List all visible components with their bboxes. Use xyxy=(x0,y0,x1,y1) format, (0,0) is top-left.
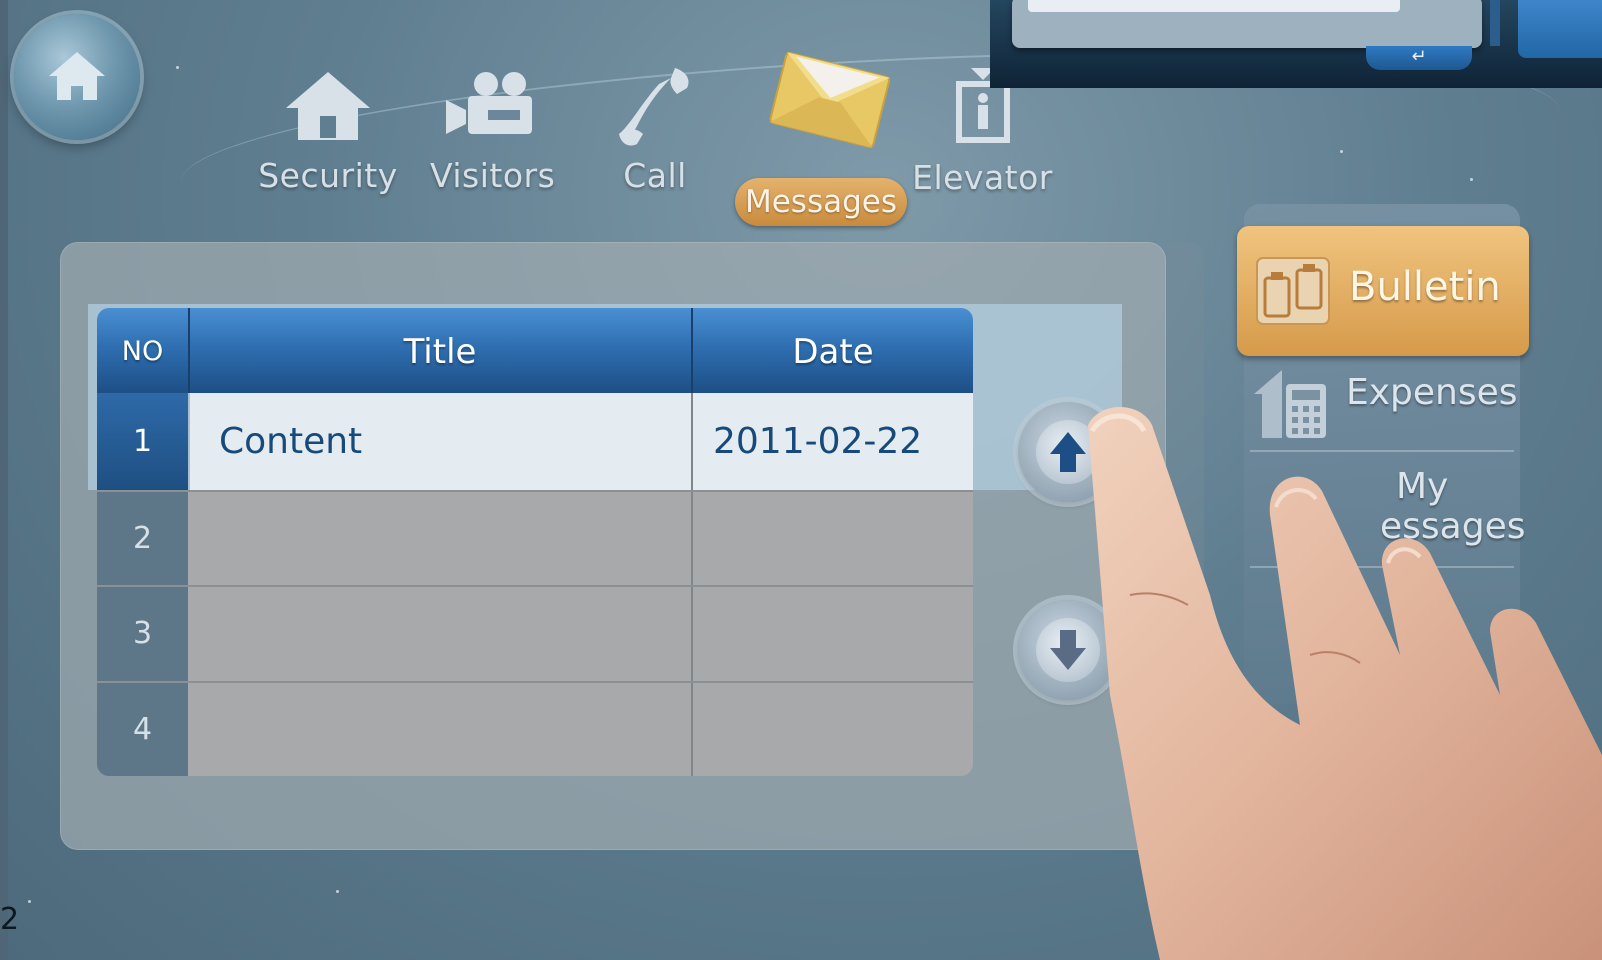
camera-icon xyxy=(446,72,532,134)
header-title: Title xyxy=(403,332,477,372)
row-title-cell xyxy=(188,587,691,681)
envelope-icon xyxy=(769,52,891,148)
sparkle xyxy=(176,66,179,69)
sparkle xyxy=(1340,150,1343,153)
nav-call[interactable]: Call xyxy=(600,64,710,200)
sparkle xyxy=(1470,178,1473,181)
inset-text-field[interactable] xyxy=(1028,0,1400,12)
phone-icon xyxy=(619,68,689,146)
row-number: 4 xyxy=(97,683,188,776)
nav-label-elevator: Elevator xyxy=(912,158,1053,197)
table-row[interactable]: 3 xyxy=(97,587,973,681)
enter-icon: ↵ xyxy=(1411,46,1427,67)
messages-table: NO Title Date 1 Content 2011-02-22 2 3 4 xyxy=(97,308,973,776)
corner-text: 2 xyxy=(0,902,20,937)
home-button[interactable] xyxy=(14,14,140,140)
row-date-cell xyxy=(693,587,973,681)
inset-blue-button[interactable] xyxy=(1518,0,1602,58)
table-row[interactable]: 2 xyxy=(97,492,973,586)
row-title-cell xyxy=(188,492,691,586)
column-divider xyxy=(691,587,693,681)
inset-side-bar xyxy=(1490,0,1500,46)
house-icon xyxy=(286,72,370,140)
table-row[interactable]: 1 Content 2011-02-22 xyxy=(97,393,973,490)
column-divider xyxy=(691,492,693,586)
row-date-cell xyxy=(693,683,973,776)
enter-button[interactable]: ↵ xyxy=(1366,46,1472,70)
left-edge-line xyxy=(0,0,8,960)
column-divider xyxy=(691,683,693,776)
sparkle xyxy=(28,900,31,903)
nav-label-security: Security xyxy=(258,156,398,195)
row-title: Content xyxy=(219,421,363,462)
inset-card xyxy=(1012,0,1482,48)
table-header: NO Title Date xyxy=(97,308,973,393)
row-number: 3 xyxy=(97,587,188,681)
nav-label-visitors: Visitors xyxy=(430,156,556,195)
header-no: NO xyxy=(121,336,164,367)
inset-window: ↵ xyxy=(990,0,1602,88)
table-row[interactable]: 4 xyxy=(97,683,973,776)
home-icon xyxy=(49,52,105,100)
row-date: 2011-02-22 xyxy=(713,421,923,462)
nav-security[interactable]: Security xyxy=(258,70,398,200)
nav-messages[interactable] xyxy=(760,44,900,164)
row-number: 1 xyxy=(97,393,188,490)
row-number: 2 xyxy=(97,492,188,586)
sidebar-label-bulletin: Bulletin xyxy=(1349,264,1501,310)
hand-image xyxy=(1088,407,1602,960)
row-title-cell xyxy=(188,683,691,776)
sparkle xyxy=(336,890,339,893)
sidebar-item-bulletin[interactable]: Bulletin xyxy=(1237,226,1529,356)
row-date-cell xyxy=(693,492,973,586)
nav-label-call: Call xyxy=(623,156,687,195)
column-divider xyxy=(691,393,693,490)
clipboard-icon xyxy=(1256,257,1330,325)
nav-visitors[interactable]: Visitors xyxy=(430,70,556,200)
header-date: Date xyxy=(792,332,874,372)
nav-label-messages[interactable]: Messages xyxy=(735,178,907,226)
